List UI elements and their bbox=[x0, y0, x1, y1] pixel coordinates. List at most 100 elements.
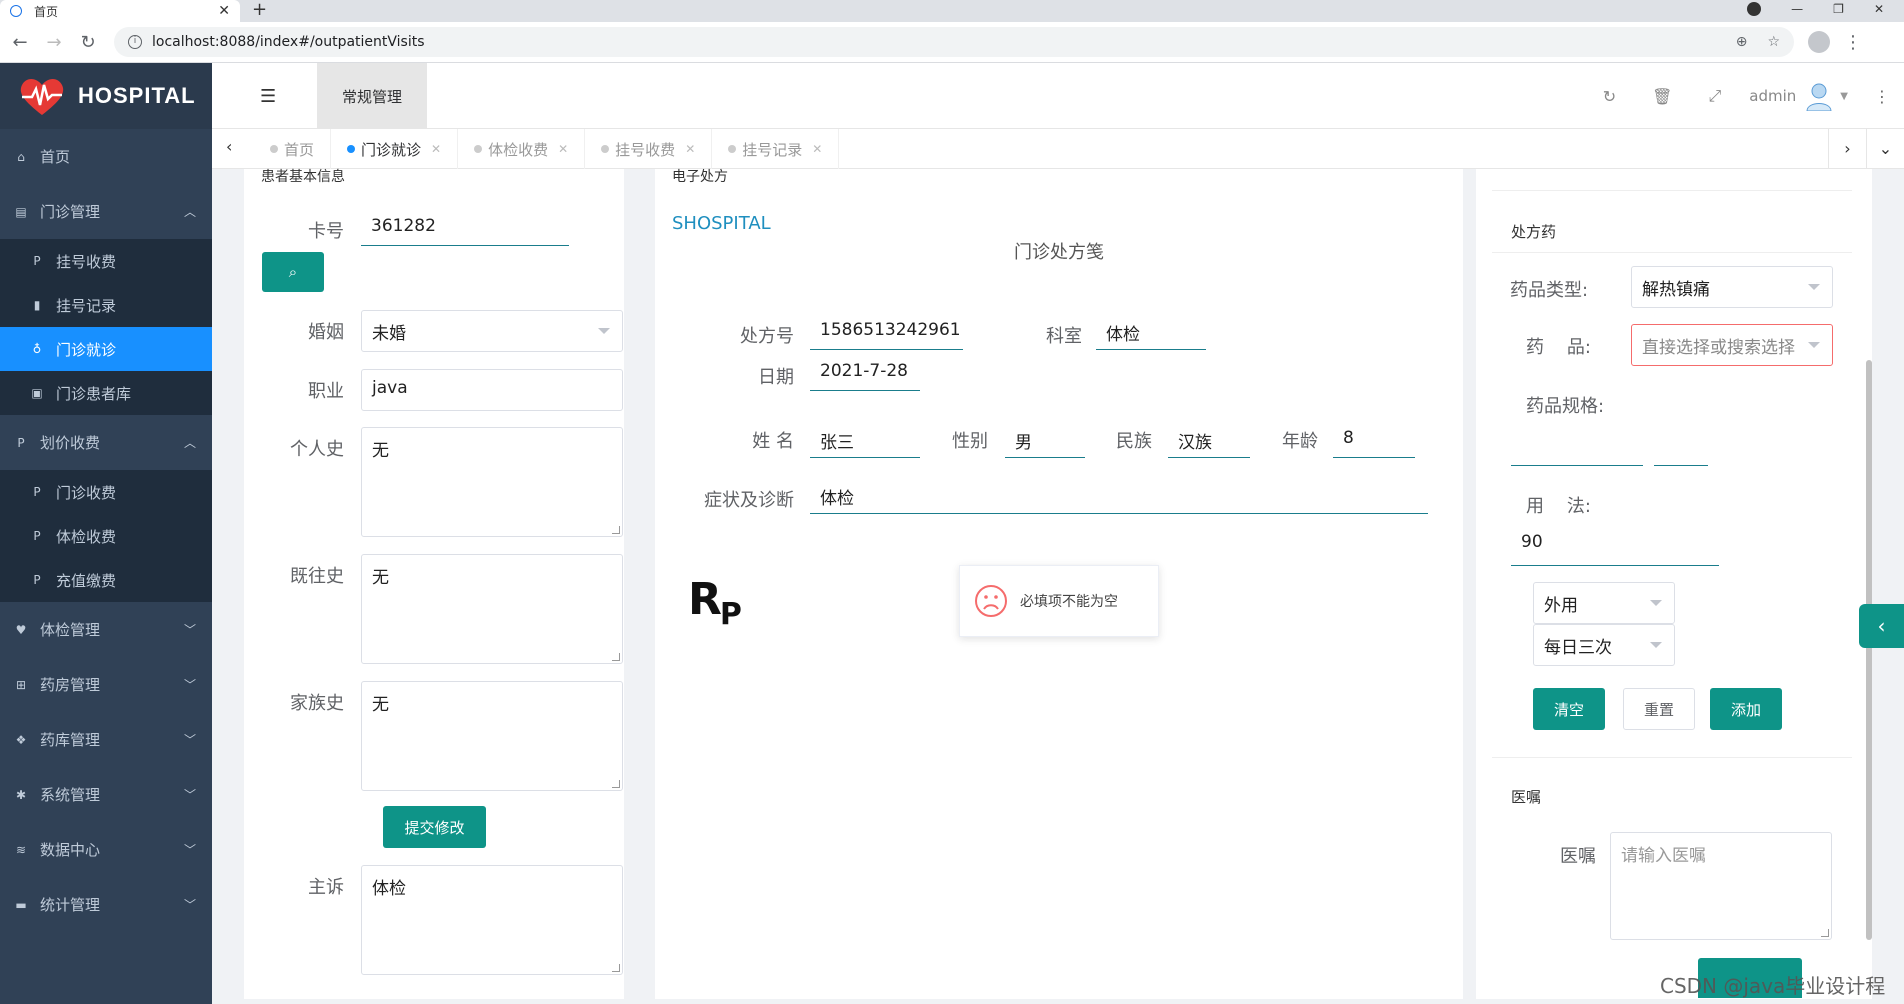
sidebar-item-patient-library[interactable]: ▣ 门诊患者库 bbox=[0, 371, 212, 415]
name-label: 姓 名 bbox=[752, 431, 794, 452]
profile-avatar-icon[interactable] bbox=[1808, 31, 1830, 53]
sidebar-item-pricing[interactable]: P 划价收费 ︿ bbox=[0, 415, 212, 470]
paypal-icon: P bbox=[33, 529, 41, 543]
sidebar-item-home[interactable]: ⌂ 首页 bbox=[0, 129, 212, 184]
drawer-toggle-button[interactable]: ‹ bbox=[1859, 604, 1904, 648]
logo[interactable]: HOSPITAL bbox=[0, 63, 212, 129]
sidebar-item-outpatient[interactable]: ▤ 门诊管理 ︿ bbox=[0, 184, 212, 239]
more-vertical-icon[interactable]: ⋮ bbox=[1874, 87, 1890, 106]
job-input[interactable]: java bbox=[361, 369, 623, 411]
tag-home[interactable]: 首页 bbox=[254, 129, 332, 169]
sidebar-item-registration-fee[interactable]: P 挂号收费 bbox=[0, 239, 212, 283]
sidebar-item-outpatient-fee[interactable]: P 门诊收费 bbox=[0, 470, 212, 514]
past-history-textarea[interactable]: 无 bbox=[361, 554, 623, 664]
family-history-textarea[interactable]: 无 bbox=[361, 681, 623, 791]
sidebar-item-outpatient-visits[interactable]: ♁ 门诊就诊 bbox=[0, 327, 212, 371]
resize-grip-icon[interactable] bbox=[1821, 929, 1829, 937]
search-button[interactable]: ⌕ bbox=[262, 252, 324, 292]
close-icon[interactable]: ✕ bbox=[558, 142, 568, 156]
chevron-down-icon: ﹀ bbox=[183, 843, 196, 857]
rp-main: R bbox=[688, 574, 722, 625]
address-bar[interactable]: i localhost:8088/index#/outpatientVisits… bbox=[114, 27, 1794, 57]
browser-tab[interactable]: 首页 ✕ bbox=[0, 0, 240, 22]
chevron-down-icon bbox=[1650, 642, 1662, 648]
new-tab-button[interactable]: + bbox=[252, 0, 267, 20]
bookmark-star-icon[interactable]: ☆ bbox=[1767, 34, 1780, 50]
desktop-icon: ▬ bbox=[15, 897, 27, 912]
refresh-icon[interactable]: ↻ bbox=[1603, 87, 1616, 106]
frequency-select[interactable]: 每日三次 bbox=[1533, 624, 1675, 666]
sidebar-item-checkup[interactable]: ♥ 体检管理 ﹀ bbox=[0, 602, 212, 657]
submit-changes-button[interactable]: 提交修改 bbox=[383, 806, 486, 848]
avatar[interactable] bbox=[1804, 81, 1834, 112]
close-icon[interactable]: ✕ bbox=[431, 142, 441, 156]
caret-down-icon[interactable]: ▼ bbox=[1840, 91, 1848, 102]
close-window-icon[interactable]: ✕ bbox=[1874, 0, 1884, 18]
hamburger-icon[interactable]: ☰ bbox=[260, 86, 276, 107]
sidebar-item-data-center[interactable]: ≋ 数据中心 ﹀ bbox=[0, 822, 212, 877]
chevron-down-icon: ﹀ bbox=[183, 898, 196, 912]
breadcrumb[interactable]: 常规管理 bbox=[317, 63, 427, 129]
browser-menu-icon[interactable]: ⋮ bbox=[1844, 32, 1862, 53]
drug-spec-input[interactable] bbox=[1511, 430, 1643, 466]
sidebar-item-statistics[interactable]: ▬ 统计管理 ﹀ bbox=[0, 877, 212, 932]
dot-icon bbox=[347, 145, 356, 153]
restore-icon[interactable]: ❐ bbox=[1833, 0, 1844, 18]
personal-history-value: 无 bbox=[372, 441, 389, 461]
advice-textarea[interactable]: 请输入医嘱 bbox=[1610, 832, 1832, 940]
sidebar-item-pharmacy[interactable]: ⊞ 药房管理 ﹀ bbox=[0, 657, 212, 712]
marriage-select[interactable]: 未婚 bbox=[361, 310, 623, 352]
complaint-textarea[interactable]: 体检 bbox=[361, 865, 623, 975]
sidebar-item-checkup-fee[interactable]: P 体检收费 bbox=[0, 514, 212, 558]
tag-registration-records[interactable]: 挂号记录 ✕ bbox=[712, 129, 840, 169]
username[interactable]: admin bbox=[1749, 87, 1796, 105]
card-number-input[interactable]: 361282 bbox=[361, 212, 569, 246]
sidebar-item-registration-records[interactable]: ▮ 挂号记录 bbox=[0, 283, 212, 327]
chevron-down-icon bbox=[1650, 600, 1662, 606]
tag-registration-fee[interactable]: 挂号收费 ✕ bbox=[585, 129, 713, 169]
personal-history-textarea[interactable]: 无 bbox=[361, 427, 623, 537]
tag-outpatient-visits[interactable]: 门诊就诊 ✕ bbox=[331, 129, 459, 169]
reload-icon[interactable]: ↻ bbox=[74, 32, 102, 53]
sidebar-item-drug-store[interactable]: ❖ 药库管理 ﹀ bbox=[0, 712, 212, 767]
sidebar-item-system[interactable]: ✱ 系统管理 ﹀ bbox=[0, 767, 212, 822]
route-select[interactable]: 外用 bbox=[1533, 582, 1675, 624]
chevron-down-icon bbox=[1808, 284, 1820, 290]
scrollbar-thumb[interactable] bbox=[1866, 360, 1872, 940]
reset-button[interactable]: 重置 bbox=[1623, 688, 1695, 730]
add-button[interactable]: 添加 bbox=[1710, 688, 1782, 730]
sidebar-item-label: 门诊管理 bbox=[40, 203, 101, 221]
site-info-icon[interactable]: i bbox=[128, 35, 142, 49]
usage-input[interactable]: 90 bbox=[1511, 528, 1719, 566]
divider bbox=[1492, 252, 1852, 253]
drug-select[interactable]: 直接选择或搜索选择 bbox=[1631, 324, 1833, 366]
clear-button[interactable]: 清空 bbox=[1533, 688, 1605, 730]
chrome-account-icon[interactable] bbox=[1747, 2, 1762, 16]
minimize-icon[interactable]: — bbox=[1791, 0, 1803, 18]
drug-spec-unit-input[interactable] bbox=[1654, 430, 1708, 466]
back-icon[interactable]: ← bbox=[6, 32, 34, 53]
drug-type-select[interactable]: 解热镇痛 bbox=[1631, 266, 1833, 308]
url-text: localhost:8088/index#/outpatientVisits bbox=[152, 34, 425, 50]
sidebar-item-label: 门诊就诊 bbox=[56, 340, 117, 359]
close-icon[interactable]: ✕ bbox=[812, 142, 822, 156]
dot-icon bbox=[728, 145, 737, 153]
sidebar-item-recharge[interactable]: P 充值缴费 bbox=[0, 558, 212, 602]
chevron-down-icon[interactable]: ⌄ bbox=[1866, 129, 1904, 169]
chevron-left-icon[interactable]: ‹ bbox=[226, 137, 232, 156]
chevron-right-icon[interactable]: › bbox=[1828, 129, 1866, 169]
close-tab-icon[interactable]: ✕ bbox=[218, 3, 230, 19]
fullscreen-icon[interactable]: ⤢ bbox=[1708, 86, 1721, 106]
resize-grip-icon[interactable] bbox=[612, 526, 620, 534]
sidebar-item-label: 系统管理 bbox=[40, 786, 101, 804]
sidebar-item-label: 门诊患者库 bbox=[56, 384, 132, 403]
resize-grip-icon[interactable] bbox=[612, 780, 620, 788]
past-history-label: 既往史 bbox=[290, 566, 344, 587]
resize-grip-icon[interactable] bbox=[612, 653, 620, 661]
close-icon[interactable]: ✕ bbox=[685, 142, 695, 156]
forward-icon[interactable]: → bbox=[40, 32, 68, 53]
zoom-icon[interactable]: ⊕ bbox=[1736, 34, 1748, 50]
resize-grip-icon[interactable] bbox=[612, 964, 620, 972]
tag-checkup-fee[interactable]: 体检收费 ✕ bbox=[458, 129, 586, 169]
trash-icon[interactable]: 🗑 bbox=[1652, 87, 1672, 106]
